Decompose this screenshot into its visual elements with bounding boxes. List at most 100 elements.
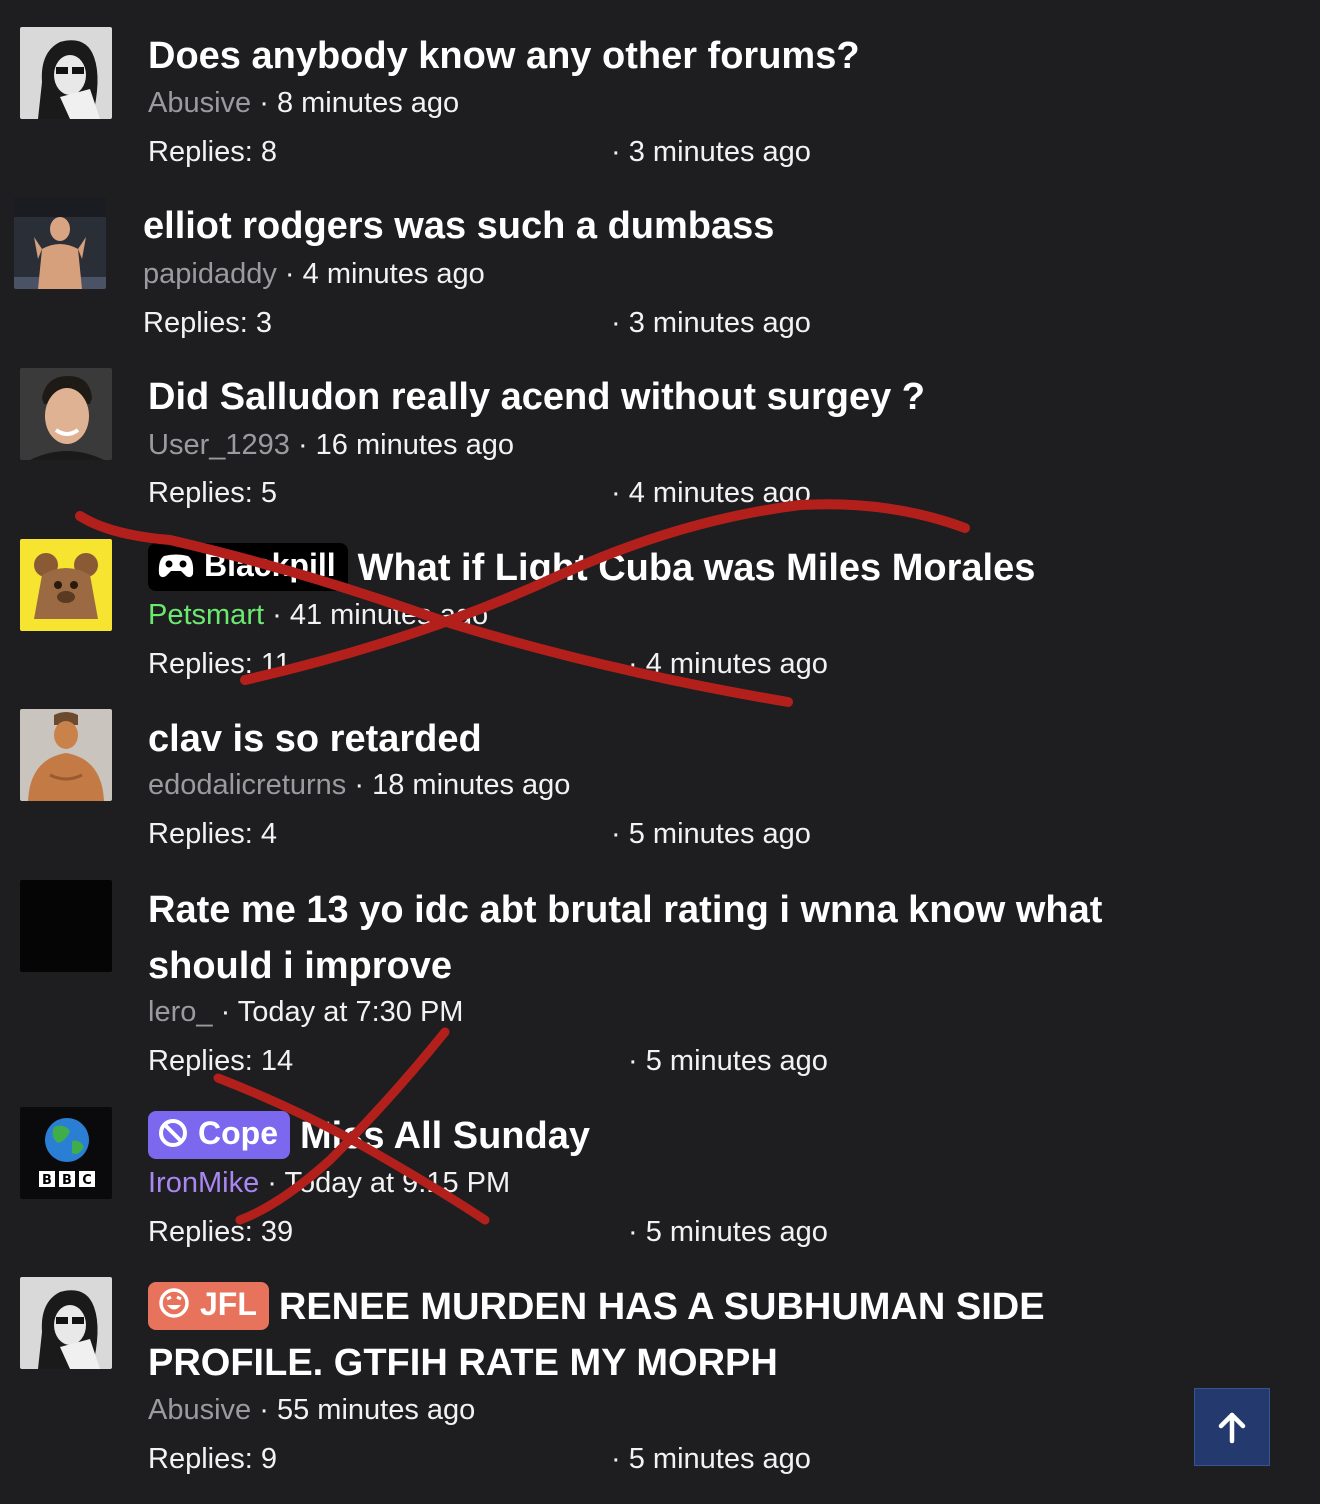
bbc-globe-avatar-icon: B B C [20, 1107, 112, 1199]
thread-author[interactable]: lero_ [148, 996, 213, 1028]
laughing-face-icon [158, 1286, 190, 1330]
thread-author[interactable]: Petsmart [148, 599, 264, 631]
thread-meta: IronMike · Today at 9:15 PM [148, 1165, 510, 1201]
last-activity-time: 4 minutes ago [645, 648, 828, 680]
thread-item[interactable]: B B C Cope Miss All Sunday IronMike · Tod… [0, 1090, 1320, 1260]
thread-posted-time[interactable]: Today at 7:30 PM [238, 996, 464, 1028]
user-avatar[interactable] [14, 197, 106, 289]
thread-last-activity[interactable]: · 5 minutes ago [628, 1214, 828, 1250]
stat-separator: · [611, 136, 621, 168]
last-activity-time: 3 minutes ago [628, 307, 811, 339]
thread-title-text[interactable]: RENEE MURDEN HAS A SUBHUMAN SIDE PROFILE… [148, 1286, 1045, 1384]
black-avatar-icon [20, 880, 112, 972]
scroll-to-top-button[interactable] [1194, 1388, 1270, 1466]
ban-icon [158, 1115, 188, 1159]
thread-title[interactable]: elliot rodgers was such a dumbass [143, 198, 1243, 254]
thread-item[interactable]: elliot rodgers was such a dumbass papida… [0, 180, 1320, 350]
bw-sunglasses-avatar-icon [20, 1277, 112, 1369]
user-avatar[interactable] [20, 27, 112, 119]
thread-replies: Replies: 11 [148, 648, 291, 680]
thread-last-activity[interactable]: · 3 minutes ago [611, 305, 811, 341]
meta-separator: · [284, 258, 295, 290]
thread-title[interactable]: Cope Miss All Sunday [148, 1108, 1248, 1164]
thread-replies: Replies: 5 [148, 477, 277, 509]
thread-last-activity[interactable]: · 5 minutes ago [611, 816, 811, 852]
arrow-up-icon [1218, 1412, 1246, 1444]
stat-separator: · [628, 648, 638, 680]
meta-separator: · [297, 429, 308, 461]
thread-item[interactable]: Rate me 13 yo idc abt brutal rating i wn… [0, 860, 1320, 1090]
last-activity-time: 5 minutes ago [645, 1045, 828, 1077]
stat-separator: · [611, 307, 621, 339]
thread-last-activity[interactable]: · 5 minutes ago [611, 1441, 811, 1477]
thread-item[interactable]: clav is so retarded edodalicreturns · 18… [0, 690, 1320, 860]
prefix-label: Cope [198, 1115, 278, 1151]
thread-author[interactable]: papidaddy [143, 258, 277, 290]
meta-separator: · [259, 87, 269, 119]
thread-posted-time[interactable]: 8 minutes ago [277, 87, 459, 119]
thread-author[interactable]: IronMike [148, 1167, 259, 1199]
thread-title[interactable]: Blackpill What if Light Cuba was Miles Mo… [148, 540, 1278, 596]
thread-author[interactable]: edodalicreturns [148, 769, 346, 801]
thread-last-activity[interactable]: · 4 minutes ago [611, 475, 811, 511]
thread-posted-time[interactable]: 18 minutes ago [372, 769, 570, 801]
last-activity-time: 3 minutes ago [628, 136, 811, 168]
thread-author[interactable]: User_1293 [148, 429, 290, 461]
thread-title[interactable]: Does anybody know any other forums? [148, 28, 1248, 84]
user-avatar[interactable] [20, 368, 112, 460]
smiling-man-avatar-icon [20, 368, 112, 460]
prefix-badge[interactable]: Blackpill [148, 543, 348, 591]
thread-replies: Replies: 14 [148, 1045, 294, 1077]
prefix-badge[interactable]: Cope [148, 1111, 290, 1159]
thread-title[interactable]: Did Salludon really acend without surgey… [148, 369, 1248, 425]
thread-posted-time[interactable]: 16 minutes ago [316, 429, 514, 461]
meta-separator: · [272, 599, 282, 631]
thread-item[interactable]: Did Salludon really acend without surgey… [0, 350, 1320, 520]
gamepad-icon [158, 547, 194, 591]
thread-title[interactable]: clav is so retarded [148, 711, 1248, 767]
thread-title-text[interactable]: What if Light Cuba was Miles Morales [358, 547, 1036, 589]
thread-item[interactable]: Does anybody know any other forums? Abus… [0, 0, 1320, 180]
thread-replies: Replies: 39 [148, 1216, 294, 1248]
user-avatar[interactable]: B B C [20, 1107, 112, 1199]
svg-text:B: B [42, 1173, 52, 1188]
thread-author[interactable]: Abusive [148, 87, 251, 119]
muscle-man-avatar-icon [20, 709, 112, 801]
svg-text:C: C [82, 1173, 92, 1188]
prefix-label: Blackpill [204, 547, 336, 583]
thread-item[interactable]: JFL RENEE MURDEN HAS A SUBHUMAN SIDE PROF… [0, 1260, 1320, 1504]
thread-title-text[interactable]: Miss All Sunday [300, 1115, 590, 1157]
stat-separator: · [628, 1045, 638, 1077]
thread-title[interactable]: JFL RENEE MURDEN HAS A SUBHUMAN SIDE PROF… [148, 1279, 1158, 1391]
thread-title[interactable]: Rate me 13 yo idc abt brutal rating i wn… [148, 882, 1208, 994]
bw-sunglasses-avatar-icon [20, 27, 112, 119]
last-activity-time: 5 minutes ago [628, 1443, 811, 1475]
stat-separator: · [611, 477, 621, 509]
thread-meta: papidaddy · 4 minutes ago [143, 256, 485, 292]
thread-last-activity[interactable]: · 3 minutes ago [611, 134, 811, 170]
stat-separator: · [628, 1216, 638, 1248]
thread-posted-time[interactable]: Today at 9:15 PM [284, 1167, 510, 1199]
thread-meta: Petsmart · 41 minutes ago [148, 597, 488, 633]
thread-meta: Abusive · 8 minutes ago [148, 85, 459, 121]
thread-posted-time[interactable]: 41 minutes ago [290, 599, 488, 631]
fighter-photo-avatar-icon [14, 197, 106, 289]
thread-last-activity[interactable]: · 5 minutes ago [628, 1043, 828, 1079]
thread-posted-time[interactable]: 55 minutes ago [277, 1394, 475, 1426]
thread-posted-time[interactable]: 4 minutes ago [303, 258, 485, 290]
last-activity-time: 5 minutes ago [645, 1216, 828, 1248]
user-avatar[interactable] [20, 1277, 112, 1369]
thread-author[interactable]: Abusive [148, 1394, 251, 1426]
prefix-badge[interactable]: JFL [148, 1282, 269, 1330]
thread-replies: Replies: 4 [148, 818, 277, 850]
last-activity-time: 4 minutes ago [628, 477, 811, 509]
user-avatar[interactable] [20, 709, 112, 801]
thread-replies: Replies: 3 [143, 307, 272, 339]
user-avatar[interactable] [20, 880, 112, 972]
thread-last-activity[interactable]: · 4 minutes ago [628, 646, 828, 682]
user-avatar[interactable] [20, 539, 112, 631]
meta-separator: · [354, 769, 365, 801]
stat-separator: · [611, 818, 621, 850]
thread-meta: edodalicreturns · 18 minutes ago [148, 767, 570, 803]
thread-item[interactable]: Blackpill What if Light Cuba was Miles Mo… [0, 520, 1320, 690]
